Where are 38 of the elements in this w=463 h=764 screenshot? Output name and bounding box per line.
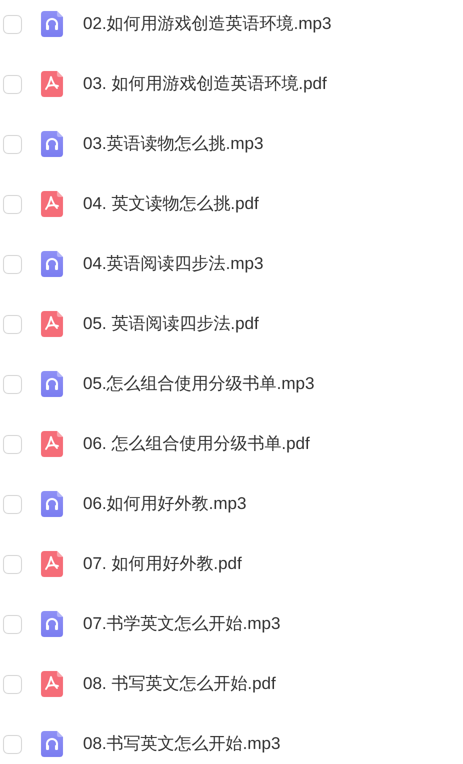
file-name[interactable]: 06.如何用好外教.mp3 (83, 491, 246, 517)
checkbox[interactable] (3, 374, 22, 394)
checkbox[interactable] (3, 134, 22, 154)
pdf-file-icon (41, 191, 63, 217)
file-name[interactable]: 02.如何用游戏创造英语环境.mp3 (83, 11, 332, 37)
file-name[interactable]: 07.书学英文怎么开始.mp3 (83, 611, 280, 637)
checkbox[interactable] (3, 254, 22, 274)
headphones-file-icon (41, 251, 63, 277)
headphones-file-icon (41, 611, 63, 637)
file-name[interactable]: 08. 书写英文怎么开始.pdf (83, 671, 276, 697)
checkbox[interactable] (3, 74, 22, 94)
checkbox[interactable] (3, 554, 22, 574)
headphones-file-icon (41, 371, 63, 397)
file-name[interactable]: 04.英语阅读四步法.mp3 (83, 251, 264, 277)
headphones-file-icon (41, 11, 63, 37)
headphones-file-icon (41, 131, 63, 157)
pdf-file-icon (41, 551, 63, 577)
file-name[interactable]: 03. 如何用游戏创造英语环境.pdf (83, 71, 327, 97)
checkbox[interactable] (3, 674, 22, 694)
file-name[interactable]: 08.书写英文怎么开始.mp3 (83, 731, 280, 757)
file-name[interactable]: 06. 怎么组合使用分级书单.pdf (83, 431, 310, 457)
pdf-file-icon (41, 431, 63, 457)
pdf-file-icon (41, 311, 63, 337)
headphones-file-icon (41, 491, 63, 517)
file-name[interactable]: 07. 如何用好外教.pdf (83, 551, 242, 577)
checkbox[interactable] (3, 614, 22, 634)
checkbox[interactable] (3, 494, 22, 514)
checkbox[interactable] (3, 314, 22, 334)
checkbox[interactable] (3, 14, 22, 34)
file-name[interactable]: 04. 英文读物怎么挑.pdf (83, 191, 259, 217)
file-name[interactable]: 03.英语读物怎么挑.mp3 (83, 131, 264, 157)
pdf-file-icon (41, 71, 63, 97)
checkbox[interactable] (3, 194, 22, 214)
file-name[interactable]: 05. 英语阅读四步法.pdf (83, 311, 259, 337)
checkbox[interactable] (3, 434, 22, 454)
checkbox[interactable] (3, 734, 22, 754)
file-name[interactable]: 05.怎么组合使用分级书单.mp3 (83, 371, 314, 397)
pdf-file-icon (41, 671, 63, 697)
